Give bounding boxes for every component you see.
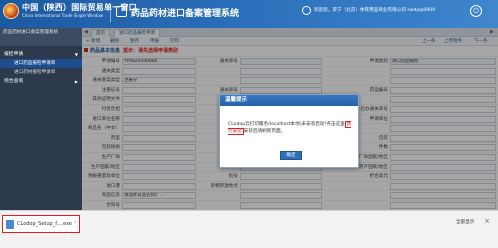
chevron-right-icon: ▶: [74, 79, 78, 84]
close-icon[interactable]: ×: [484, 217, 490, 225]
dialog-title: 温馨提示: [220, 95, 358, 106]
sidebar-heading: 药品药材进口备案管理系统: [0, 28, 82, 46]
show-all-downloads-button[interactable]: 全部显示: [456, 219, 474, 225]
sidebar-group-label: 综合查询: [4, 79, 24, 84]
system-title: 药品药材进口备案管理系统: [131, 9, 240, 19]
chevron-down-icon: ▼: [74, 52, 78, 57]
dialog-message: CLodop云打印服务(localhost本地)未安装启动!点击这里 执行安装 安装…: [228, 121, 354, 135]
user-icon: [302, 6, 311, 15]
clodop-warning-dialog: 温馨提示 CLodop云打印服务(localhost本地)未安装启动!点击这里执…: [219, 94, 359, 168]
exe-file-icon: [6, 220, 14, 229]
dialog-message-text: CLodop云打印服务(localhost本地)未安装启动!点击这里: [228, 122, 345, 127]
portal-logo-icon: [3, 3, 19, 19]
sidebar-menu: 报检申请 ▼ 进口药品报检申请单 进口药材报检申请单 综合查询 ▶: [0, 46, 82, 90]
download-file-name: CLodop_Setup_f....exe: [17, 221, 72, 227]
sidebar-group-label: 报检申请: [4, 52, 24, 57]
sidebar-item-herb-application[interactable]: 进口药材报检申请单: [0, 68, 82, 77]
top-header: 中国（陕西）国际贸易单一窗口 China International Trade…: [0, 0, 498, 28]
user-info: 欢迎您，李宁（北京）体育用品商业有限公司 swdjop0909: [314, 8, 436, 13]
dialog-message-suffix: 安装后请刷新页面。: [243, 129, 286, 134]
download-bar: CLodop_Setup_f....exe ⌃ 全部显示 ×: [0, 210, 498, 248]
portal-subtitle: China International Trade Single Window: [22, 13, 104, 18]
system-icon: [116, 6, 127, 17]
download-item[interactable]: CLodop_Setup_f....exe ⌃: [2, 215, 80, 233]
sidebar-group-query[interactable]: 综合查询 ▶: [0, 77, 82, 86]
header-divider: [110, 5, 111, 22]
sidebar: 药品药材进口备案管理系统 报检申请 ▼ 进口药品报检申请单 进口药材报检申请单 …: [0, 28, 82, 210]
ok-button[interactable]: 确定: [280, 151, 302, 160]
sidebar-group-inspection[interactable]: 报检申请 ▼: [0, 50, 82, 59]
chevron-up-icon[interactable]: ⌃: [73, 221, 77, 227]
logout-power-icon[interactable]: ⏻: [470, 5, 482, 17]
sidebar-item-drug-application[interactable]: 进口药品报检申请单: [0, 59, 82, 68]
